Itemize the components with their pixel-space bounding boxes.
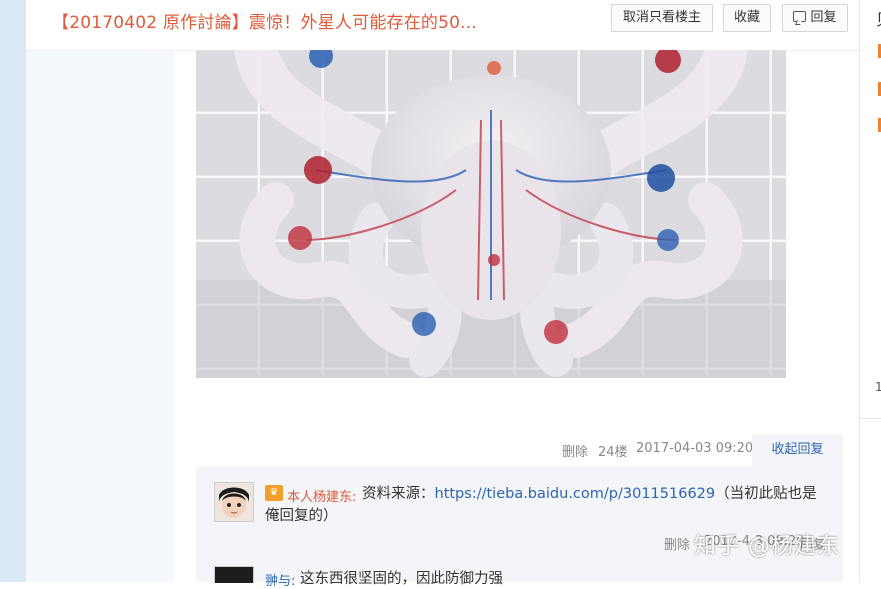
post-delete-link[interactable]: 删除	[562, 441, 588, 460]
specimen-photo	[196, 50, 786, 378]
sidebar-divider	[860, 418, 881, 419]
thread-title[interactable]: 【20170402 原作討論】震惊！外星人可能存在的50...	[52, 8, 477, 33]
thread-header-bar: 【20170402 原作討論】震惊！外星人可能存在的50... 取消只看楼主 收…	[26, 0, 859, 51]
reply-button-label: 回复	[810, 10, 837, 25]
sidebar-count-fragment: 1	[875, 380, 881, 394]
reply-content: 资料来源：https://tieba.baidu.com/p/301151662…	[265, 483, 832, 524]
post-image[interactable]	[196, 50, 786, 378]
post-floor-number: 24楼	[598, 445, 628, 460]
reply-author[interactable]: 翀与:	[265, 570, 295, 589]
reply-text-line2: 俺回复的）	[265, 508, 338, 524]
reply-text-suffix: （当初此贴也是	[715, 486, 817, 502]
child-avatar-image	[215, 483, 253, 521]
left-edge-strip	[0, 0, 26, 582]
reply-delete-link[interactable]: 删除	[664, 534, 690, 553]
comment-icon	[793, 11, 807, 22]
reply-author[interactable]: 本人杨建东:	[287, 486, 356, 505]
right-sidebar: 贝 1	[859, 0, 881, 582]
collapse-replies-button[interactable]: 收起回复	[752, 434, 843, 466]
source-link[interactable]: https://tieba.baidu.com/p/3011516629	[435, 486, 716, 502]
post-timestamp: 2017-04-03 09:20	[636, 441, 754, 456]
reply-button[interactable]: 回复	[782, 4, 848, 32]
favorite-button[interactable]: 收藏	[723, 4, 771, 32]
zhihu-watermark: 知乎 @杨建东	[694, 534, 840, 559]
sidebar-title-fragment: 贝	[876, 6, 881, 30]
avatar[interactable]	[214, 482, 254, 522]
avatar[interactable]	[214, 566, 254, 583]
author-column	[26, 50, 174, 582]
crown-icon: ♛	[265, 485, 283, 501]
reply-content: 这东西很坚固的，因此防御力强	[300, 571, 503, 587]
cancel-only-op-button[interactable]: 取消只看楼主	[611, 4, 713, 32]
reply-text-prefix: 资料来源：	[362, 486, 435, 502]
